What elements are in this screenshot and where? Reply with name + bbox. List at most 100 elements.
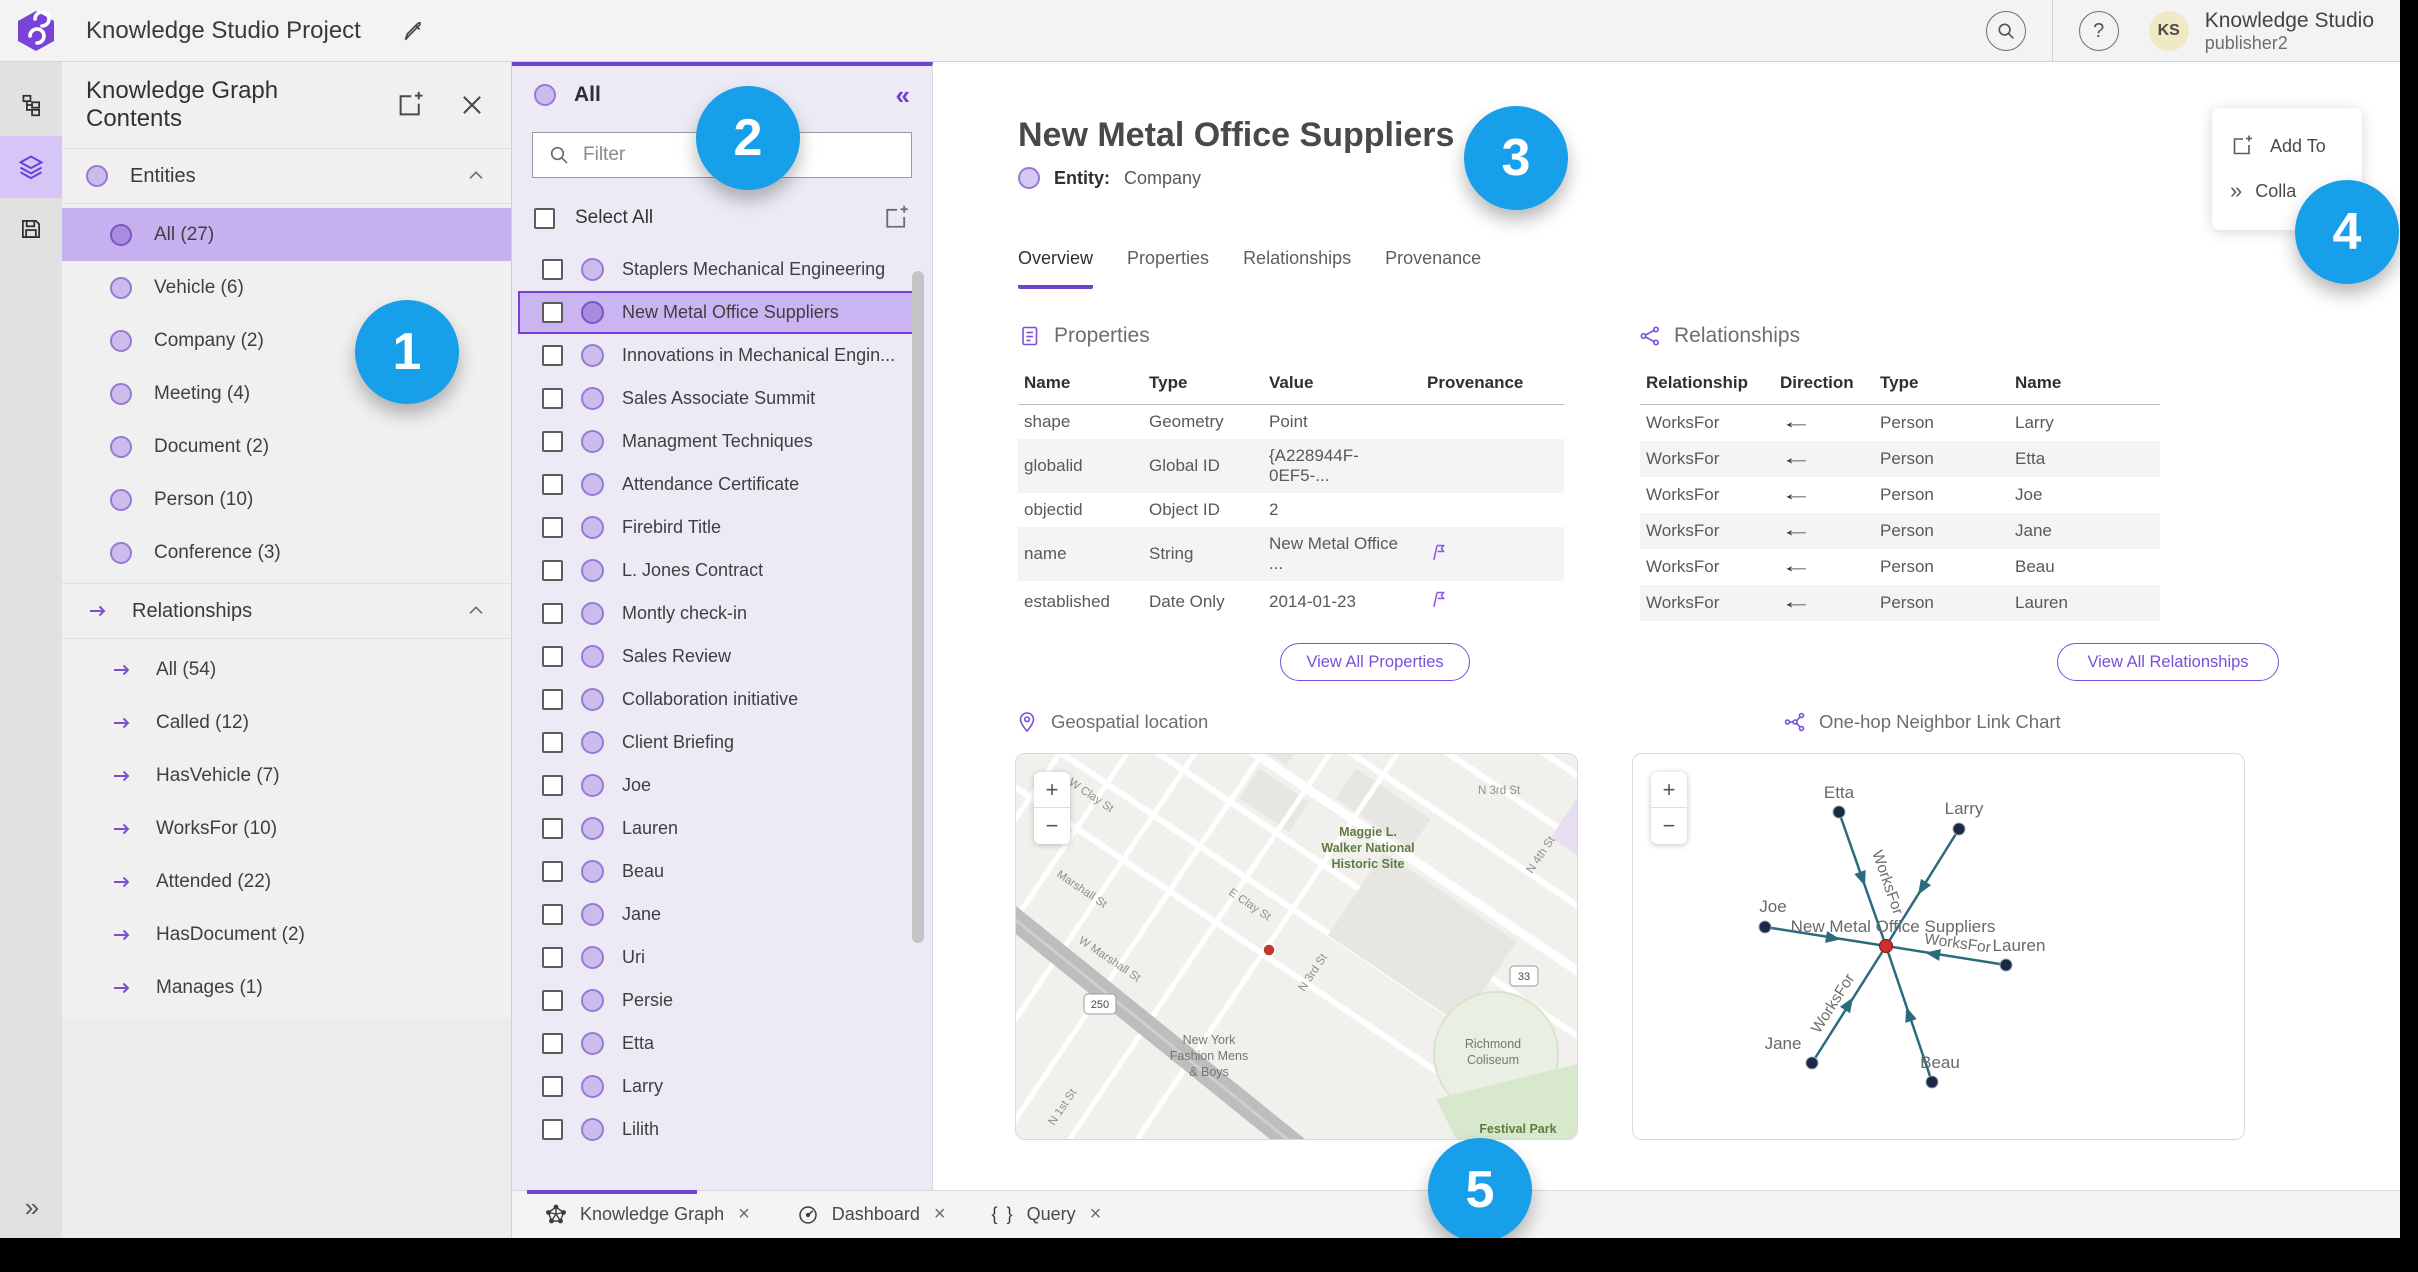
relationship-type-item[interactable]: Manages (1): [62, 961, 511, 1014]
relationship-link[interactable]: WorksFor: [1640, 549, 1774, 585]
list-item[interactable]: Managment Techniques: [518, 420, 922, 463]
list-item[interactable]: Collaboration initiative: [518, 678, 922, 721]
add-to-action[interactable]: Add To: [2212, 134, 2362, 158]
item-checkbox[interactable]: [542, 775, 563, 796]
close-tab-icon[interactable]: ×: [738, 1203, 750, 1226]
relationship-link[interactable]: WorksFor: [1640, 405, 1774, 442]
add-to-map-icon[interactable]: [882, 204, 910, 232]
zoom-in-button[interactable]: +: [1651, 772, 1687, 808]
item-checkbox[interactable]: [542, 388, 563, 409]
item-checkbox[interactable]: [542, 689, 563, 710]
relationship-type-item[interactable]: Called (12): [62, 696, 511, 749]
select-all-checkbox[interactable]: [534, 207, 555, 229]
item-checkbox[interactable]: [542, 603, 563, 624]
relationship-name-link[interactable]: Joe: [2009, 477, 2160, 513]
list-item[interactable]: Innovations in Mechanical Engin...: [518, 334, 922, 377]
relationship-link[interactable]: WorksFor: [1640, 477, 1774, 513]
list-item[interactable]: Sales Associate Summit: [518, 377, 922, 420]
relationship-link[interactable]: WorksFor: [1640, 585, 1774, 621]
relationships-section-header[interactable]: Relationships: [62, 583, 511, 639]
item-checkbox[interactable]: [542, 732, 563, 753]
item-checkbox[interactable]: [542, 990, 563, 1011]
item-checkbox[interactable]: [542, 560, 563, 581]
select-all-row[interactable]: Select All: [512, 188, 932, 248]
relationship-type-item[interactable]: HasDocument (2): [62, 908, 511, 961]
graph-node[interactable]: [1758, 920, 1772, 934]
relationship-type-item[interactable]: HasVehicle (7): [62, 749, 511, 802]
geospatial-map[interactable]: + − W Clay St N 3rd St N 4th St Marshall…: [1015, 753, 1578, 1140]
item-checkbox[interactable]: [542, 947, 563, 968]
relationship-name-link[interactable]: Beau: [2009, 549, 2160, 585]
provenance-flag-icon[interactable]: [1427, 588, 1449, 610]
entity-type-item[interactable]: All (27): [62, 208, 511, 261]
list-item[interactable]: Firebird Title: [518, 506, 922, 549]
provenance-flag-icon[interactable]: [1427, 541, 1449, 563]
zoom-out-button[interactable]: −: [1034, 808, 1070, 844]
item-checkbox[interactable]: [542, 818, 563, 839]
relationship-name-link[interactable]: Lauren: [2009, 585, 2160, 621]
graph-node[interactable]: [1925, 1075, 1939, 1089]
tab-knowledge-graph[interactable]: Knowledge Graph ×: [544, 1203, 750, 1227]
close-tab-icon[interactable]: ×: [934, 1203, 946, 1226]
edit-title-icon[interactable]: [399, 18, 425, 44]
item-checkbox[interactable]: [542, 861, 563, 882]
item-checkbox[interactable]: [542, 431, 563, 452]
item-checkbox[interactable]: [542, 1033, 563, 1054]
view-all-relationships-button[interactable]: View All Relationships: [2057, 643, 2279, 681]
graph-node[interactable]: [1832, 805, 1846, 819]
avatar[interactable]: KS: [2148, 11, 2189, 51]
list-item[interactable]: Etta: [518, 1022, 922, 1065]
graph-center-node[interactable]: [1878, 938, 1894, 954]
item-checkbox[interactable]: [542, 517, 563, 538]
list-scrollbar[interactable]: [912, 271, 924, 943]
zoom-in-button[interactable]: +: [1034, 772, 1070, 808]
item-checkbox[interactable]: [542, 345, 563, 366]
list-item[interactable]: Sales Review: [518, 635, 922, 678]
item-checkbox[interactable]: [542, 474, 563, 495]
item-checkbox[interactable]: [542, 302, 563, 323]
list-item[interactable]: Jane: [518, 893, 922, 936]
close-panel-icon[interactable]: [457, 90, 487, 120]
relationship-type-item[interactable]: Attended (22): [62, 855, 511, 908]
expand-rail-button[interactable]: »: [0, 1186, 62, 1228]
list-item[interactable]: Joe: [518, 764, 922, 807]
relationship-link[interactable]: WorksFor: [1640, 441, 1774, 477]
list-item[interactable]: Montly check-in: [518, 592, 922, 635]
view-all-properties-button[interactable]: View All Properties: [1280, 643, 1470, 681]
zoom-out-button[interactable]: −: [1651, 808, 1687, 844]
relationship-type-item[interactable]: WorksFor (10): [62, 802, 511, 855]
help-button[interactable]: ?: [2078, 11, 2119, 51]
map-canvas[interactable]: W Clay St N 3rd St N 4th St Marshall St …: [1016, 754, 1577, 1139]
relationship-type-item[interactable]: All (54): [62, 643, 511, 696]
relationship-name-link[interactable]: Larry: [2009, 405, 2160, 442]
relationship-name-link[interactable]: Jane: [2009, 513, 2160, 549]
entity-type-item[interactable]: Conference (3): [62, 526, 511, 579]
search-button[interactable]: [1985, 11, 2026, 51]
link-chart-canvas[interactable]: Etta Larry Joe Lauren Jane Beau New Meta…: [1633, 754, 2244, 1139]
entity-type-item[interactable]: Document (2): [62, 420, 511, 473]
list-item[interactable]: New Metal Office Suppliers: [518, 291, 922, 334]
close-tab-icon[interactable]: ×: [1090, 1203, 1102, 1226]
add-to-map-icon[interactable]: [395, 90, 425, 120]
list-item[interactable]: Larry: [518, 1065, 922, 1108]
list-item[interactable]: Staplers Mechanical Engineering: [518, 248, 922, 291]
tab-relationships[interactable]: Relationships: [1243, 248, 1351, 289]
layers-button[interactable]: [0, 136, 62, 198]
entities-section-header[interactable]: Entities: [62, 148, 511, 204]
tab-overview[interactable]: Overview: [1018, 248, 1094, 289]
tab-properties[interactable]: Properties: [1127, 248, 1209, 289]
catalog-button[interactable]: [0, 74, 62, 136]
relationship-link[interactable]: WorksFor: [1640, 513, 1774, 549]
list-item[interactable]: Attendance Certificate: [518, 463, 922, 506]
list-item[interactable]: L. Jones Contract: [518, 549, 922, 592]
list-item[interactable]: Client Briefing: [518, 721, 922, 764]
location-marker[interactable]: [1262, 943, 1276, 957]
user-block[interactable]: Knowledge Studio publisher2: [2205, 9, 2374, 53]
graph-node[interactable]: [1999, 958, 2013, 972]
list-item[interactable]: Lilith: [518, 1108, 922, 1151]
item-checkbox[interactable]: [542, 904, 563, 925]
save-button[interactable]: [0, 198, 62, 260]
tab-query[interactable]: { } Query ×: [992, 1203, 1102, 1226]
item-checkbox[interactable]: [542, 1076, 563, 1097]
entity-type-item[interactable]: Person (10): [62, 473, 511, 526]
